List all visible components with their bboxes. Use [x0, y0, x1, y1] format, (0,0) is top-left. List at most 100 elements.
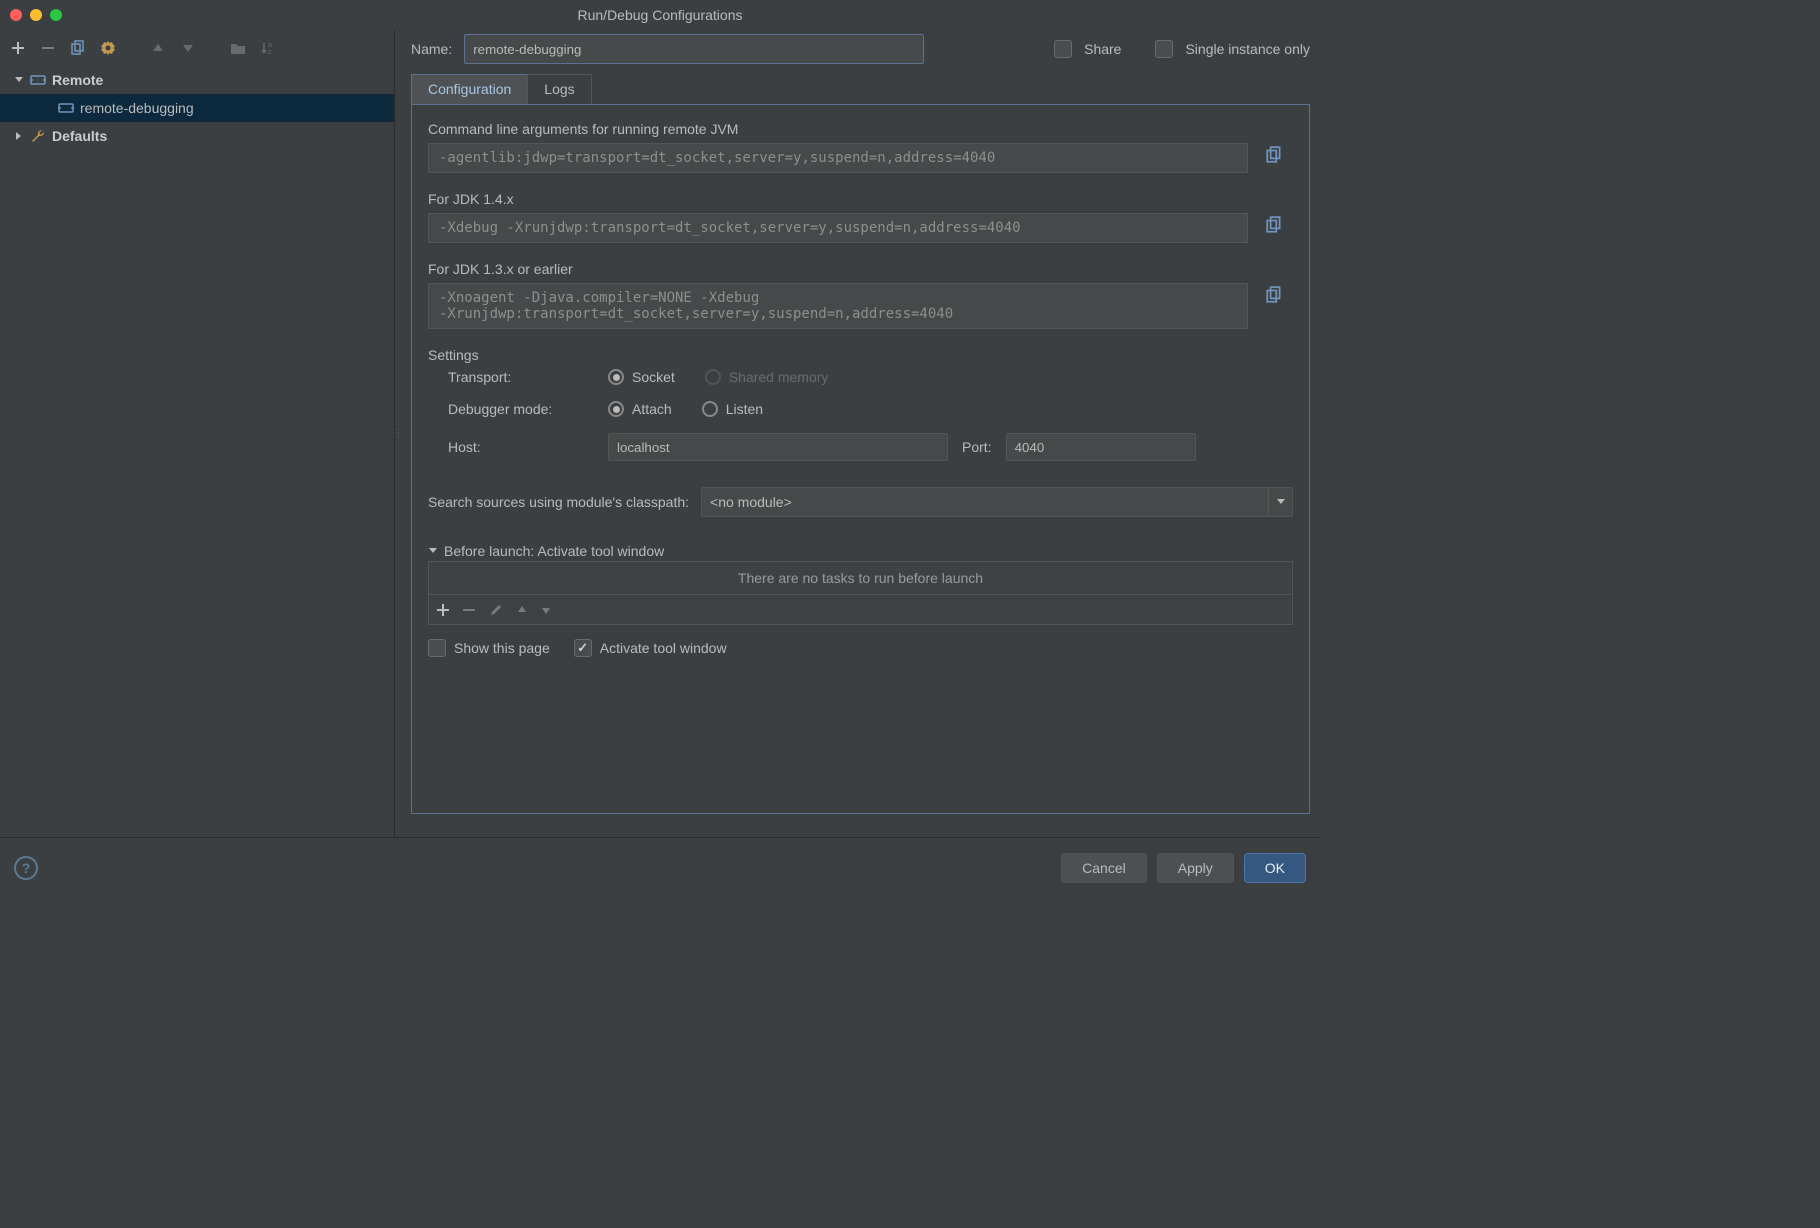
edit-task-button[interactable] — [489, 603, 503, 617]
transport-socket-option[interactable]: Socket — [608, 369, 675, 385]
maximize-window-button[interactable] — [50, 9, 62, 21]
remove-task-button[interactable] — [463, 604, 475, 616]
tree-label: Defaults — [52, 128, 107, 144]
show-page-checkbox[interactable] — [428, 639, 446, 657]
host-input[interactable] — [608, 433, 948, 461]
wrench-icon — [30, 128, 46, 144]
cmdline-row: Command line arguments for running remot… — [428, 121, 1293, 173]
name-row: Name: Share Single instance only — [411, 34, 1310, 64]
mode-attach-option[interactable]: Attach — [608, 401, 672, 417]
folder-button[interactable] — [228, 38, 248, 58]
expand-arrow-icon — [14, 75, 24, 85]
sidebar-toolbar: az — [0, 34, 394, 66]
share-label: Share — [1084, 41, 1121, 57]
close-window-button[interactable] — [10, 9, 22, 21]
cancel-button[interactable]: Cancel — [1061, 853, 1147, 883]
remove-config-button[interactable] — [38, 38, 58, 58]
single-instance-checkbox[interactable] — [1155, 40, 1173, 58]
show-page-label: Show this page — [454, 640, 550, 656]
main-content: az Remote remote-debugging Defaults ⋮ — [0, 30, 1320, 837]
port-label: Port: — [962, 439, 992, 455]
radio-label: Attach — [632, 401, 672, 417]
jdk14-value[interactable]: -Xdebug -Xrunjdwp:transport=dt_socket,se… — [428, 213, 1248, 243]
before-launch-label: Before launch: Activate tool window — [444, 543, 664, 559]
settings-label: Settings — [428, 347, 1293, 363]
cmdline-value[interactable]: -agentlib:jdwp=transport=dt_socket,serve… — [428, 143, 1248, 173]
tab-logs[interactable]: Logs — [527, 74, 591, 104]
expand-arrow-icon — [428, 546, 438, 556]
before-launch-header[interactable]: Before launch: Activate tool window — [428, 543, 1293, 559]
module-label: Search sources using module's classpath: — [428, 494, 689, 510]
footer: ? Cancel Apply OK — [0, 837, 1320, 897]
tree-label: Remote — [52, 72, 103, 88]
transport-shared-option: Shared memory — [705, 369, 829, 385]
copy-jdk14-button[interactable] — [1262, 213, 1286, 237]
before-launch-toolbar — [428, 595, 1293, 625]
move-task-up-button[interactable] — [517, 605, 527, 615]
add-config-button[interactable] — [8, 38, 28, 58]
sort-button[interactable]: az — [258, 38, 278, 58]
radio-icon — [608, 369, 624, 385]
svg-text:a: a — [268, 42, 272, 49]
debugger-mode-label: Debugger mode: — [448, 401, 608, 417]
radio-label: Socket — [632, 369, 675, 385]
apply-button[interactable]: Apply — [1157, 853, 1234, 883]
move-task-down-button[interactable] — [541, 605, 551, 615]
settings-button[interactable] — [98, 38, 118, 58]
settings-grid: Transport: Socket Shared memory Debugger… — [448, 369, 1293, 461]
configuration-panel: Command line arguments for running remot… — [411, 104, 1310, 814]
name-input[interactable] — [464, 34, 924, 64]
host-port-row: Port: — [608, 433, 1293, 461]
jdk14-label: For JDK 1.4.x — [428, 191, 1293, 207]
debugger-mode-group: Attach Listen — [608, 401, 1293, 417]
module-dropdown[interactable]: <no module> — [701, 487, 1293, 517]
copy-jdk13-button[interactable] — [1262, 283, 1286, 307]
move-up-button[interactable] — [148, 38, 168, 58]
before-launch-tasks: There are no tasks to run before launch — [428, 561, 1293, 595]
minimize-window-button[interactable] — [30, 9, 42, 21]
move-down-button[interactable] — [178, 38, 198, 58]
tabs: Configuration Logs — [411, 74, 1310, 104]
jdk13-value[interactable]: -Xnoagent -Djava.compiler=NONE -Xdebug -… — [428, 283, 1248, 329]
window-title: Run/Debug Configurations — [0, 7, 1320, 23]
port-input[interactable] — [1006, 433, 1196, 461]
tree-category-defaults[interactable]: Defaults — [0, 122, 394, 150]
radio-label: Listen — [726, 401, 763, 417]
svg-text:z: z — [268, 49, 272, 55]
cmdline-label: Command line arguments for running remot… — [428, 121, 1293, 137]
activate-tool-checkbox[interactable] — [574, 639, 592, 657]
copy-config-button[interactable] — [68, 38, 88, 58]
single-instance-label: Single instance only — [1185, 41, 1310, 57]
transport-label: Transport: — [448, 369, 608, 385]
help-button[interactable]: ? — [14, 856, 38, 880]
activate-tool-label: Activate tool window — [600, 640, 727, 656]
launch-options-row: Show this page Activate tool window — [428, 639, 1293, 657]
tree-category-remote[interactable]: Remote — [0, 66, 394, 94]
jdk13-label: For JDK 1.3.x or earlier — [428, 261, 1293, 277]
footer-buttons: Cancel Apply OK — [1061, 853, 1306, 883]
add-task-button[interactable] — [437, 604, 449, 616]
radio-icon — [705, 369, 721, 385]
tree-label: remote-debugging — [80, 100, 194, 116]
remote-icon — [58, 101, 74, 115]
radio-icon — [608, 401, 624, 417]
transport-group: Socket Shared memory — [608, 369, 1293, 385]
radio-label: Shared memory — [729, 369, 829, 385]
tab-configuration[interactable]: Configuration — [411, 74, 528, 104]
right-pane: Name: Share Single instance only Configu… — [401, 30, 1320, 837]
radio-icon — [702, 401, 718, 417]
tree-config-remote-debugging[interactable]: remote-debugging — [0, 94, 394, 122]
host-label: Host: — [448, 439, 608, 455]
titlebar: Run/Debug Configurations — [0, 0, 1320, 30]
module-value: <no module> — [710, 494, 792, 510]
share-checkbox[interactable] — [1054, 40, 1072, 58]
window-controls — [10, 9, 62, 21]
remote-icon — [30, 73, 46, 87]
mode-listen-option[interactable]: Listen — [702, 401, 763, 417]
before-launch-section: Before launch: Activate tool window Ther… — [428, 543, 1293, 657]
module-row: Search sources using module's classpath:… — [428, 487, 1293, 517]
jdk13-row: For JDK 1.3.x or earlier -Xnoagent -Djav… — [428, 261, 1293, 329]
copy-cmdline-button[interactable] — [1262, 143, 1286, 167]
no-tasks-message: There are no tasks to run before launch — [738, 570, 983, 586]
ok-button[interactable]: OK — [1244, 853, 1306, 883]
